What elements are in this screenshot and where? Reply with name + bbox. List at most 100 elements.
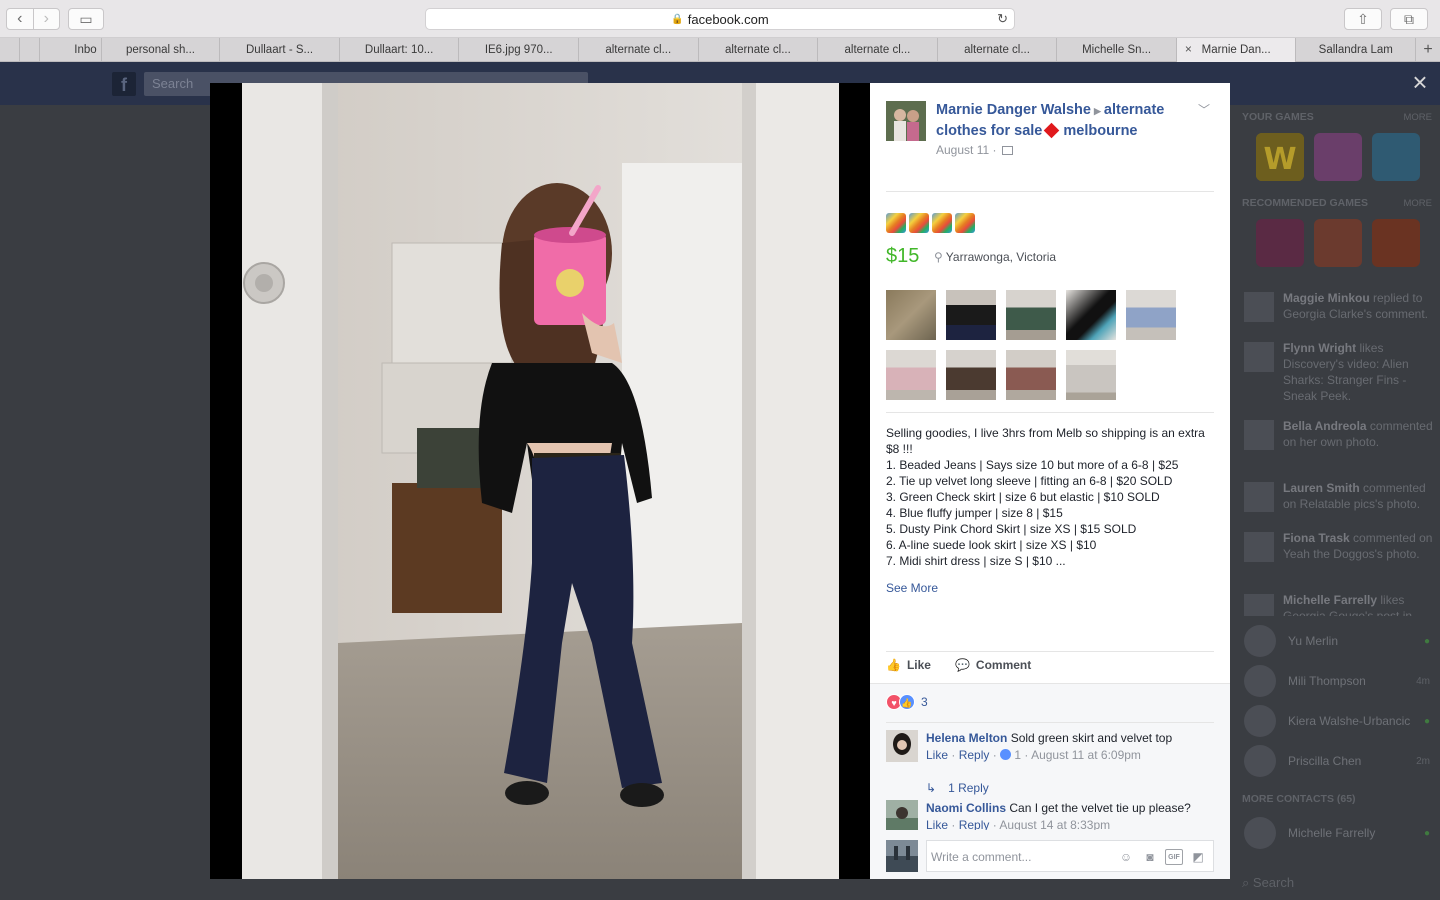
reply-arrow-icon: ↳	[926, 781, 937, 795]
commenter-avatar-image	[886, 730, 918, 762]
comment-like-link[interactable]: Like	[926, 818, 948, 830]
tabs-overview-icon[interactable]: ⧉	[1390, 8, 1428, 30]
game-icon[interactable]	[1372, 219, 1420, 267]
more-link[interactable]: MORE	[1404, 112, 1433, 123]
tab[interactable]: Dullaart: 10...	[340, 38, 460, 62]
commenter-name-link[interactable]: Naomi Collins	[926, 801, 1006, 815]
search-icon: ⌕	[1242, 875, 1253, 890]
sticker-icon[interactable]: ◩	[1189, 849, 1207, 865]
thumbnail[interactable]	[1066, 290, 1116, 340]
photo-stage	[210, 83, 870, 879]
game-icon[interactable]	[1256, 219, 1304, 267]
contact-item[interactable]: Kiera Walshe-Urbancic ●	[1244, 705, 1434, 739]
reload-icon[interactable]: ↻	[997, 11, 1008, 27]
divider	[886, 722, 1214, 723]
comment-reply-link[interactable]: Reply	[959, 748, 990, 762]
tab[interactable]: alternate cl...	[579, 38, 699, 62]
rainbow-icon	[955, 213, 975, 233]
thumbnail[interactable]	[946, 350, 996, 400]
rainbow-icon	[886, 213, 906, 233]
avatar[interactable]	[886, 730, 918, 762]
comment: Naomi Collins Can I get the velvet tie u…	[886, 800, 1216, 830]
tab[interactable]: alternate cl...	[818, 38, 938, 62]
news-thumbnail	[1244, 594, 1274, 616]
write-comment-row: Write a comment... ☺ ◙ GIF ◩	[886, 836, 1214, 872]
close-icon[interactable]: ×	[1408, 69, 1432, 95]
contact-item[interactable]: Michelle Farrelly ●	[1244, 817, 1434, 851]
author-avatar[interactable]	[886, 101, 926, 141]
group-name-link-2[interactable]: melbourne	[1063, 123, 1137, 139]
tab[interactable]: alternate cl...	[699, 38, 819, 62]
game-icon[interactable]: W	[1256, 133, 1304, 181]
post-photo[interactable]	[242, 83, 839, 879]
thumbnail[interactable]	[886, 290, 936, 340]
listing-price: $15	[886, 245, 920, 267]
avatar	[1244, 665, 1276, 697]
facebook-logo-icon[interactable]: f	[112, 72, 136, 96]
sidebar-search-input[interactable]: ⌕ Search	[1242, 875, 1294, 891]
contact-item[interactable]: Yu Merlin ●	[1244, 625, 1434, 659]
avatar[interactable]	[886, 800, 918, 830]
tab-pinned[interactable]	[0, 38, 20, 62]
thumbnail[interactable]	[1126, 290, 1176, 340]
tab[interactable]: Dullaart - S...	[220, 38, 340, 62]
tab[interactable]: IE6.jpg 970...	[459, 38, 579, 62]
post-author-line: Marnie Danger Walshe ▶ alternate clothes f…	[936, 100, 1192, 141]
back-icon[interactable]: ‹	[7, 9, 33, 29]
rainbow-icon	[932, 213, 952, 233]
share-icon[interactable]: ⇧	[1344, 8, 1382, 30]
see-more-link[interactable]: See More	[886, 581, 938, 595]
write-comment-input[interactable]: Write a comment... ☺ ◙ GIF ◩	[926, 840, 1214, 872]
comment-button[interactable]: 💬 Comment	[955, 658, 1031, 672]
tab[interactable]: Michelle Sn...	[1057, 38, 1177, 62]
tab[interactable]: personal sh...	[102, 38, 221, 62]
thumbnail[interactable]	[946, 290, 996, 340]
comment-text: Can I get the velvet tie up please?	[1009, 801, 1191, 815]
contact-item[interactable]: Mili Thompson 4m	[1244, 665, 1434, 699]
reactions-summary[interactable]: ♥ 👍 3	[886, 694, 928, 710]
recommended-games-heading: RECOMMENDED GAMES	[1242, 197, 1369, 209]
tab-active[interactable]: × Marnie Dan...	[1176, 38, 1297, 62]
tab[interactable]: alternate cl...	[938, 38, 1058, 62]
tab-pinned[interactable]	[20, 38, 40, 62]
new-tab-icon[interactable]: +	[1416, 38, 1440, 61]
emoji-icon[interactable]: ☺	[1117, 849, 1135, 865]
commenter-name-link[interactable]: Helena Melton	[926, 731, 1007, 745]
close-tab-icon[interactable]: ×	[1185, 42, 1192, 56]
forward-icon[interactable]: ›	[32, 9, 60, 29]
divider	[886, 412, 1214, 413]
thumbnail[interactable]	[1006, 290, 1056, 340]
tab[interactable]: Inbo	[40, 38, 102, 62]
game-icon[interactable]	[1314, 219, 1362, 267]
game-icon[interactable]	[1372, 133, 1420, 181]
comment-like-link[interactable]: Like	[926, 748, 948, 762]
thumbnail[interactable]	[1066, 350, 1116, 400]
address-bar[interactable]: 🔒 facebook.com ↻	[425, 8, 1015, 30]
thumbnail[interactable]	[886, 350, 936, 400]
view-replies-link[interactable]: ↳ 1 Reply	[926, 781, 989, 795]
chevron-down-icon[interactable]: ﹀	[1198, 101, 1210, 118]
lock-icon: 🔒	[671, 13, 684, 25]
camera-icon[interactable]: ◙	[1141, 849, 1159, 865]
rainbow-emojis	[886, 213, 975, 233]
divider	[886, 651, 1214, 652]
nav-buttons: ‹ ›	[6, 8, 60, 30]
game-icon[interactable]	[1314, 133, 1362, 181]
sidebar-toggle-icon[interactable]: ▭	[68, 8, 104, 30]
online-status-icon: ●	[1423, 636, 1430, 647]
tab[interactable]: Sallandra Lam	[1296, 38, 1417, 62]
gif-icon[interactable]: GIF	[1165, 849, 1183, 865]
news-item[interactable]: Michelle Farrelly likes Georgia Gouge's …	[1244, 592, 1434, 616]
like-button[interactable]: 👍 Like	[886, 658, 931, 672]
listing-location: ⚲ Yarrawonga, Victoria	[934, 250, 1057, 264]
svg-text:W: W	[1263, 142, 1296, 177]
more-link[interactable]: MORE	[1404, 198, 1433, 209]
online-status-icon: ●	[1423, 828, 1430, 839]
post-timestamp[interactable]: August 11 ·	[936, 143, 996, 157]
comment-reply-link[interactable]: Reply	[959, 818, 990, 830]
author-name-link[interactable]: Marnie Danger Walshe	[936, 102, 1091, 118]
browser-toolbar: ‹ › ▭ 🔒 facebook.com ↻ ⇧ ⧉	[0, 0, 1440, 38]
thumbnail[interactable]	[1006, 350, 1056, 400]
like-reaction-icon	[1000, 749, 1012, 760]
contact-item[interactable]: Priscilla Chen 2m	[1244, 745, 1434, 779]
